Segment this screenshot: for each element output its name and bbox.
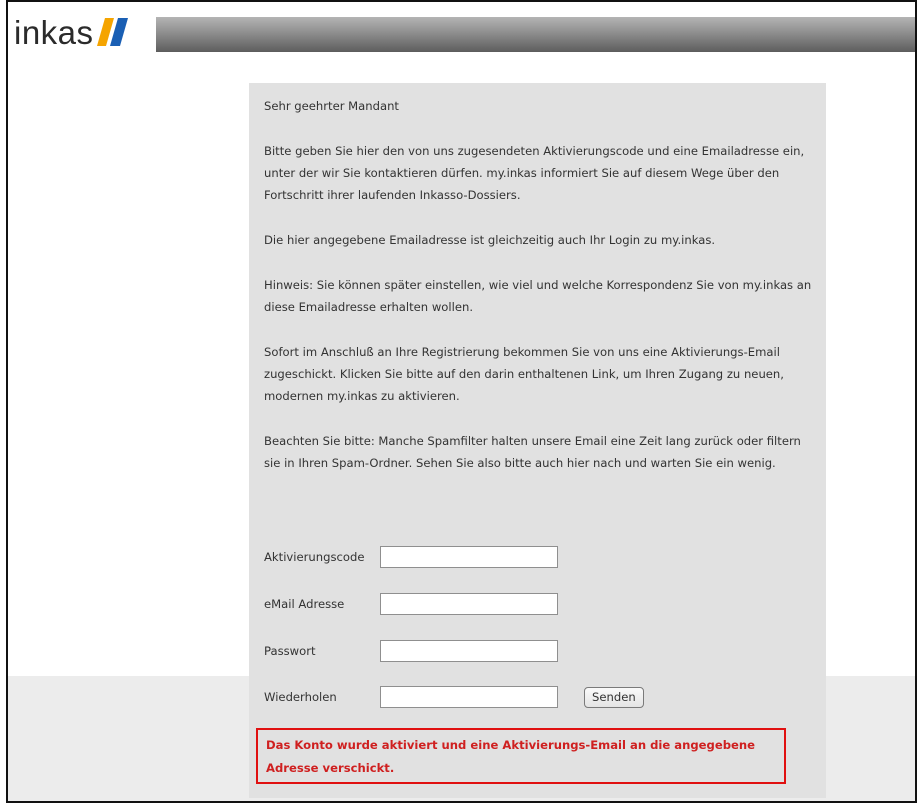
password-label: Passwort <box>264 644 316 658</box>
intro-paragraph-4: Sofort im Anschluß an Ihre Registrierung… <box>264 345 784 403</box>
header-bar <box>156 17 915 52</box>
logo-text: inkas <box>14 13 94 51</box>
email-input[interactable] <box>380 593 558 615</box>
intro-paragraph-2: Die hier angegebene Emailadresse ist gle… <box>264 233 716 247</box>
header: inkas <box>8 2 915 57</box>
intro-text: Sehr geehrter Mandant Bitte geben Sie hi… <box>264 95 814 474</box>
send-button[interactable]: Senden <box>584 686 644 708</box>
status-message: Das Konto wurde aktiviert und eine Aktiv… <box>256 728 786 784</box>
intro-paragraph-1: Bitte geben Sie hier den von uns zugesen… <box>264 144 805 202</box>
repeat-password-row: Wiederholen Senden <box>264 685 644 709</box>
activation-code-label: Aktivierungscode <box>264 550 365 564</box>
intro-paragraph-3: Hinweis: Sie können später einstellen, w… <box>264 278 812 314</box>
activation-code-input[interactable] <box>380 546 558 568</box>
activation-code-row: Aktivierungscode <box>264 545 558 569</box>
password-input[interactable] <box>380 640 558 662</box>
page-frame: inkas Sehr geehrter Mandant Bitte geben … <box>6 0 917 803</box>
intro-paragraph-5: Beachten Sie bitte: Manche Spamfilter ha… <box>264 434 801 470</box>
repeat-password-label: Wiederholen <box>264 690 337 704</box>
email-label: eMail Adresse <box>264 597 345 611</box>
repeat-password-input[interactable] <box>380 686 558 708</box>
password-row: Passwort <box>264 639 558 663</box>
salutation: Sehr geehrter Mandant <box>264 99 399 113</box>
registration-panel: Sehr geehrter Mandant Bitte geben Sie hi… <box>249 83 826 798</box>
logo-slashes-icon <box>96 18 128 46</box>
inkas-logo[interactable]: inkas <box>14 12 129 52</box>
email-row: eMail Adresse <box>264 592 558 616</box>
